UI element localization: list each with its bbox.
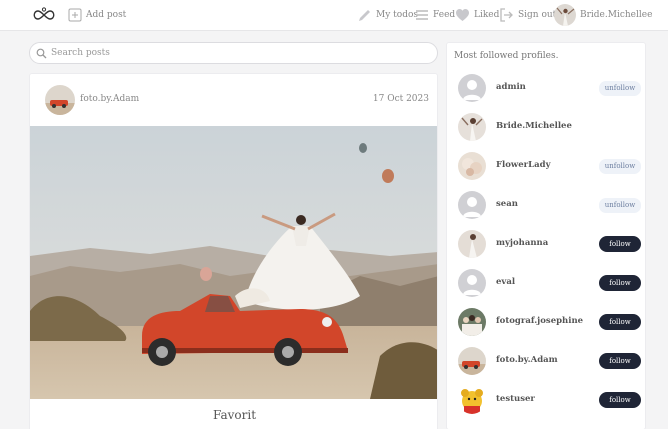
profile-avatar[interactable] — [458, 386, 486, 414]
follow-button[interactable]: follow — [599, 236, 641, 252]
add-post-label: Add post — [86, 10, 127, 20]
user-avatar — [554, 4, 576, 26]
sign-out-link[interactable]: Sign out — [499, 6, 556, 24]
post-author-avatar[interactable] — [45, 85, 75, 115]
feed-link[interactable]: Feed — [415, 6, 455, 24]
post-author-name[interactable]: foto.by.Adam — [80, 94, 139, 104]
heart-icon — [456, 9, 469, 21]
profile-row: foto.by.Adam follow — [447, 344, 647, 383]
profile-avatar[interactable] — [458, 230, 486, 258]
profile-avatar[interactable] — [458, 113, 486, 141]
profile-row: admin unfollow — [447, 71, 647, 110]
profile-name[interactable]: FlowerLady — [496, 160, 551, 170]
my-todos-label: My todos — [376, 10, 418, 20]
sign-out-label: Sign out — [518, 10, 557, 20]
profile-name[interactable]: testuser — [496, 394, 535, 404]
profile-avatar[interactable] — [458, 74, 486, 102]
profile-row: sean unfollow — [447, 188, 647, 227]
plus-square-icon — [68, 8, 82, 22]
post-caption: Favorit — [212, 408, 257, 422]
profile-name[interactable]: foto.by.Adam — [496, 355, 558, 365]
top-navbar: Add post My todos Feed Liked Sign out Br… — [0, 0, 668, 31]
profile-name[interactable]: Bride.Michellee — [496, 121, 572, 131]
liked-link[interactable]: Liked — [455, 6, 499, 24]
post-image[interactable] — [30, 126, 437, 399]
post-card: foto.by.Adam 17 Oct 2023 Favorit — [29, 73, 438, 429]
unfollow-button[interactable]: unfollow — [599, 159, 641, 174]
profile-row: testuser follow — [447, 383, 647, 422]
profile-row: fotograf.josephine follow — [447, 305, 647, 344]
follow-button[interactable]: follow — [599, 314, 641, 330]
profile-name[interactable]: eval — [496, 277, 515, 287]
profile-row: myjohanna follow — [447, 227, 647, 266]
profile-avatar[interactable] — [458, 308, 486, 336]
pencil-icon — [359, 9, 370, 21]
unfollow-button[interactable]: unfollow — [599, 198, 641, 213]
follow-button[interactable]: follow — [599, 353, 641, 369]
sign-out-icon — [500, 8, 513, 22]
post-header: foto.by.Adam 17 Oct 2023 — [30, 74, 437, 126]
profile-avatar[interactable] — [458, 269, 486, 297]
follow-button[interactable]: follow — [599, 392, 641, 408]
profile-name[interactable]: admin — [496, 82, 526, 92]
add-post-link[interactable]: Add post — [68, 6, 126, 24]
profile-avatar[interactable] — [458, 191, 486, 219]
unfollow-button[interactable]: unfollow — [599, 81, 641, 96]
liked-label: Liked — [474, 10, 500, 20]
profile-name[interactable]: myjohanna — [496, 238, 548, 248]
list-icon — [416, 10, 428, 20]
user-profile-link[interactable]: Bride.Michellee — [554, 4, 652, 26]
profile-name[interactable]: fotograf.josephine — [496, 316, 583, 326]
my-todos-link[interactable]: My todos — [357, 6, 418, 24]
feed-label: Feed — [433, 10, 456, 20]
post-date: 17 Oct 2023 — [372, 94, 429, 104]
most-followed-panel: Most followed profiles. admin unfollow B… — [446, 42, 646, 429]
profile-avatar[interactable] — [458, 347, 486, 375]
search-icon — [36, 48, 47, 58]
profile-row: FlowerLady unfollow — [447, 149, 647, 188]
follow-button[interactable]: follow — [599, 275, 641, 291]
search-input[interactable] — [51, 48, 411, 58]
infinity-logo-icon[interactable] — [32, 7, 56, 23]
profile-name[interactable]: sean — [496, 199, 518, 209]
profile-row: Bride.Michellee — [447, 110, 647, 149]
profile-avatar[interactable] — [458, 152, 486, 180]
search-bar — [29, 42, 438, 64]
sidebar-title: Most followed profiles. — [454, 51, 559, 61]
profile-row: eval follow — [447, 266, 647, 305]
user-name: Bride.Michellee — [580, 10, 653, 20]
